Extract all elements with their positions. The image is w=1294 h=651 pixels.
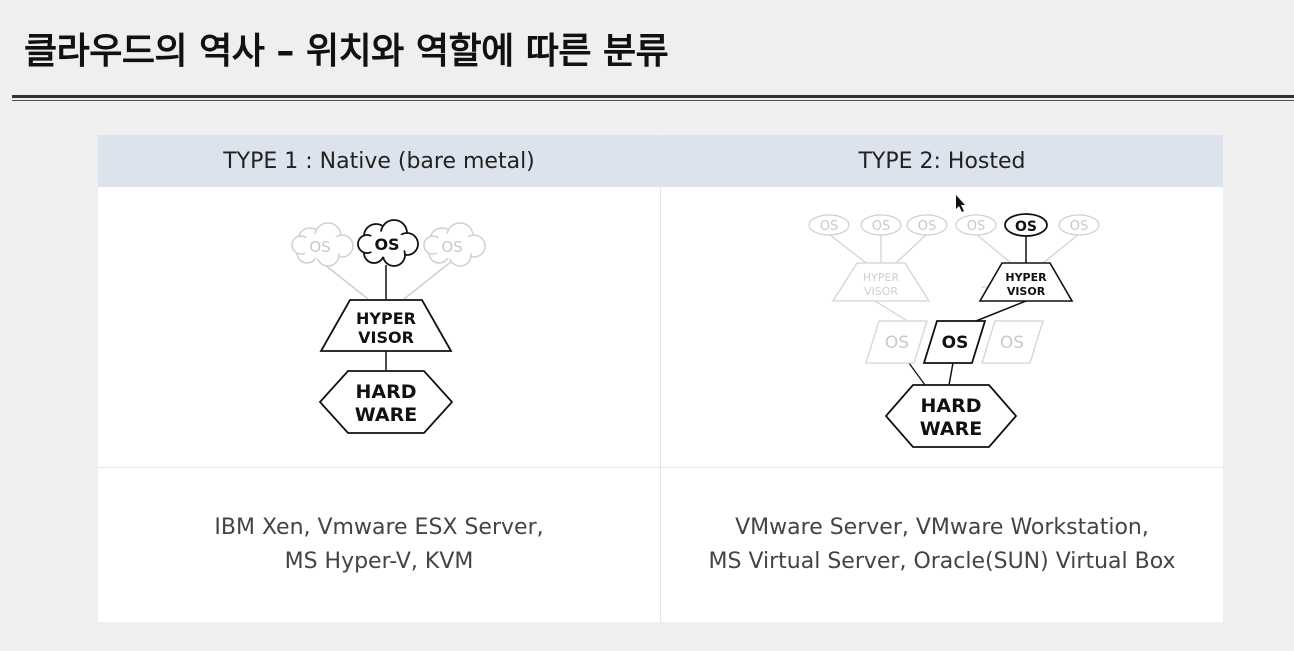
t2-os-label-1: OS <box>820 219 838 234</box>
t1-hardware-label-line1: HARD <box>355 381 416 403</box>
title-rule-thin <box>12 100 1294 101</box>
t2-hypervisor-inactive-line2: VISOR <box>864 285 898 298</box>
t2-os-label-3: OS <box>918 219 936 234</box>
type1-examples: IBM Xen, Vmware ESX Server, MS Hyper-V, … <box>98 468 660 622</box>
type1-diagram: OS OS OS HYPER VISOR HARD WARE <box>98 187 660 467</box>
type2-examples-line2: MS Virtual Server, Oracle(SUN) Virtual B… <box>708 549 1176 574</box>
t2-host-os-right-label: OS <box>1000 333 1024 353</box>
t1-hypervisor-label-line2: VISOR <box>358 328 414 347</box>
t1-hypervisor-label-line1: HYPER <box>356 309 416 328</box>
t2-link-os-to-hw <box>908 362 926 386</box>
type1-diagram-svg: OS OS OS HYPER VISOR HARD WARE <box>291 219 486 434</box>
t2-host-os-active-label: OS <box>942 333 969 353</box>
type1-header: TYPE 1 : Native (bare metal) <box>98 135 660 187</box>
mouse-cursor-icon <box>956 195 965 212</box>
t1-hardware-label-line2: WARE <box>355 404 417 426</box>
t1-os-label-active: OS <box>374 235 399 254</box>
type1-examples-line1: IBM Xen, Vmware ESX Server, <box>214 515 544 540</box>
t2-hypervisor-inactive-line1: HYPER <box>863 271 900 284</box>
t2-os-label-2: OS <box>872 219 890 234</box>
type2-diagram-svg: OS OS OS OS OS OS HYPER VISOR HYPER VISO… <box>808 195 1100 448</box>
t2-os-label-5-active: OS <box>1015 219 1037 235</box>
slide-title: 클라우드의 역사 – 위치와 역할에 따른 분류 <box>24 31 669 72</box>
type2-examples: VMware Server, VMware Workstation, MS Vi… <box>661 468 1223 622</box>
t2-hardware-label-line2: WARE <box>920 418 982 440</box>
t2-hardware-label-line1: HARD <box>920 395 981 417</box>
t1-os-label-right: OS <box>441 238 462 256</box>
t2-os-label-6: OS <box>1070 219 1088 234</box>
t2-os-label-4: OS <box>967 219 985 234</box>
t2-hypervisor-active-line1: HYPER <box>1005 271 1047 284</box>
type2-header: TYPE 2: Hosted <box>661 135 1223 187</box>
type1-examples-line2: MS Hyper-V, KVM <box>284 549 474 574</box>
t2-hypervisor-active-line2: VISOR <box>1007 285 1046 298</box>
type2-diagram: OS OS OS OS OS OS HYPER VISOR HYPER VISO… <box>661 187 1223 467</box>
title-rule-thick <box>12 95 1294 98</box>
t1-link-os-right <box>403 260 453 300</box>
hypervisor-comparison-table: TYPE 1 : Native (bare metal) TYPE 2: Hos… <box>98 135 1223 622</box>
type2-examples-line1: VMware Server, VMware Workstation, <box>735 515 1149 540</box>
t1-os-label-left: OS <box>309 238 330 256</box>
t2-host-os-left-label: OS <box>885 333 909 353</box>
